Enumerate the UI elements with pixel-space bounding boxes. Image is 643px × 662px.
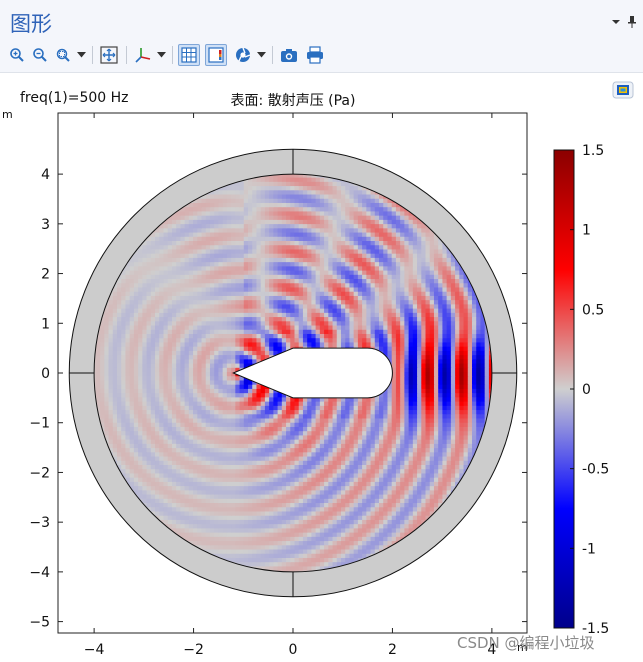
zoom-out-icon — [33, 48, 47, 62]
plot-view-button[interactable] — [612, 80, 634, 100]
plot-title: 表面: 散射声压 (Pa) — [230, 93, 356, 109]
zoom-extents-icon — [100, 46, 118, 64]
pin-icon — [628, 16, 636, 28]
zoom-out-button[interactable] — [29, 44, 51, 66]
zoom-box-icon — [56, 48, 70, 62]
chevron-down-icon — [156, 52, 166, 58]
toolbar-separator — [272, 46, 273, 64]
image-snapshot-button[interactable] — [278, 44, 300, 66]
axis-orientation-button[interactable] — [132, 44, 154, 66]
watermark: CSDN @编程小垃圾 — [457, 634, 595, 652]
zoom-box-button[interactable] — [52, 44, 74, 66]
zoom-box-dropdown[interactable] — [75, 44, 87, 66]
pin-button[interactable] — [628, 16, 636, 31]
scene-light-button[interactable] — [232, 44, 254, 66]
scene-light-dropdown[interactable] — [255, 44, 267, 66]
window-title: 图形 — [10, 12, 52, 36]
legend-toggle-button[interactable] — [205, 44, 227, 66]
print-icon — [307, 46, 323, 64]
graphics-canvas[interactable] — [0, 73, 643, 662]
zoom-in-button[interactable] — [6, 44, 28, 66]
grid-toggle-button[interactable] — [178, 44, 200, 66]
window-menu-button[interactable] — [611, 16, 621, 30]
toolbar-separator — [92, 46, 93, 64]
legend-toggle-icon — [208, 47, 224, 63]
plot-window-icon — [612, 81, 634, 99]
camera-icon — [281, 49, 297, 62]
toolbar-separator — [172, 46, 173, 64]
print-button[interactable] — [304, 44, 326, 66]
y-axis-unit: m — [2, 108, 13, 121]
chevron-down-icon — [256, 52, 266, 58]
axis-orientation-dropdown[interactable] — [155, 44, 167, 66]
zoom-extents-button[interactable] — [98, 44, 120, 66]
zoom-in-icon — [10, 48, 24, 62]
graphics-toolbar — [6, 42, 327, 68]
scene-light-icon — [236, 47, 251, 62]
grid-toggle-icon — [181, 47, 197, 63]
axis-orientation-icon — [135, 48, 151, 63]
chevron-down-icon — [612, 20, 620, 24]
graphics-window-header: 图形 — [0, 0, 643, 73]
chevron-down-icon — [76, 52, 86, 58]
toolbar-separator — [126, 46, 127, 64]
